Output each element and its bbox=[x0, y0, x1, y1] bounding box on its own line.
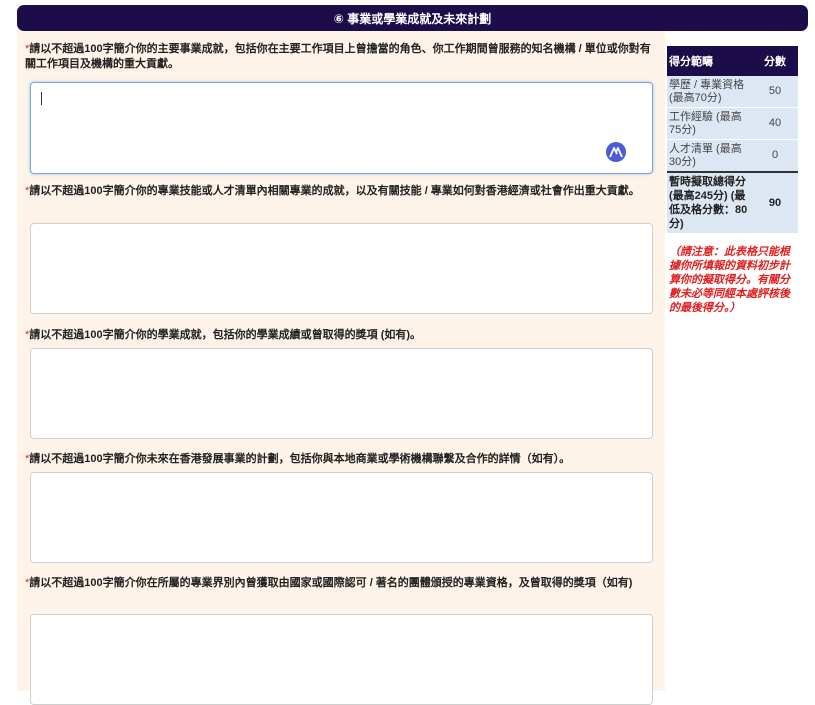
total-row: 暫時擬取總得分 (最高245分) (最低及格分數：80分) 90 bbox=[667, 171, 798, 234]
header-category: 得分範疇 bbox=[667, 46, 752, 76]
question-5-label: *請以不超過100字簡介你在所屬的專業界別內曾獲取由國家或國際認可 / 著名的團… bbox=[25, 577, 633, 589]
row-label: 工作經驗 (最高75分) bbox=[667, 107, 752, 140]
table-row: 工作經驗 (最高75分) 40 bbox=[667, 107, 798, 140]
table-row: 人才清單 (最高30分) 0 bbox=[667, 139, 798, 173]
answer-3-textarea[interactable] bbox=[30, 348, 653, 439]
score-table-header: 得分範疇 分數 bbox=[667, 46, 798, 76]
row-value: 40 bbox=[752, 107, 798, 140]
answer-1-textarea[interactable] bbox=[30, 82, 653, 174]
score-note: （請注意：此表格只能根據你所填報的資料初步計算你的擬取得分。有關分數未必等同經本… bbox=[669, 246, 790, 314]
answer-4-textarea[interactable] bbox=[30, 472, 653, 563]
score-table: 得分範疇 分數 學歷 / 專業資格 (最高70分) 50 工作經驗 (最高75分… bbox=[667, 46, 798, 234]
header-score: 分數 bbox=[752, 46, 798, 76]
total-value: 90 bbox=[752, 171, 798, 234]
row-label: 學歷 / 專業資格 (最高70分) bbox=[667, 76, 752, 108]
question-2-label: *請以不超過100字簡介你的專業技能或人才清單內相關專業的成就，以及有關技能 /… bbox=[25, 185, 640, 197]
question-1-label: *請以不超過100字簡介你的主要事業成就，包括你在主要工作項目上曾擔當的角色、你… bbox=[25, 43, 651, 70]
total-label: 暫時擬取總得分 (最高245分) (最低及格分數：80分) bbox=[667, 171, 752, 234]
section-title: ⑥ 事業或學業成就及未來計劃 bbox=[333, 11, 492, 26]
table-row: 學歷 / 專業資格 (最高70分) 50 bbox=[667, 76, 798, 108]
row-label: 人才清單 (最高30分) bbox=[667, 139, 752, 173]
row-value: 0 bbox=[752, 139, 798, 173]
question-4-label: *請以不超過100字簡介你未來在香港發展事業的計劃，包括你與本地商業或學術機構聯… bbox=[25, 453, 571, 465]
form-panel: *請以不超過100字簡介你的主要事業成就，包括你在主要工作項目上曾擔當的角色、你… bbox=[17, 31, 665, 705]
text-caret bbox=[41, 92, 42, 105]
row-value: 50 bbox=[752, 76, 798, 108]
answer-2-textarea[interactable] bbox=[30, 223, 653, 314]
grammar-assistant-icon[interactable] bbox=[606, 142, 626, 162]
question-3-label: *請以不超過100字簡介你的學業成就，包括你的學業成績或曾取得的獎項 (如有)。 bbox=[25, 329, 422, 341]
answer-5-textarea[interactable] bbox=[30, 614, 653, 705]
section-header: ⑥ 事業或學業成就及未來計劃 bbox=[17, 5, 808, 31]
